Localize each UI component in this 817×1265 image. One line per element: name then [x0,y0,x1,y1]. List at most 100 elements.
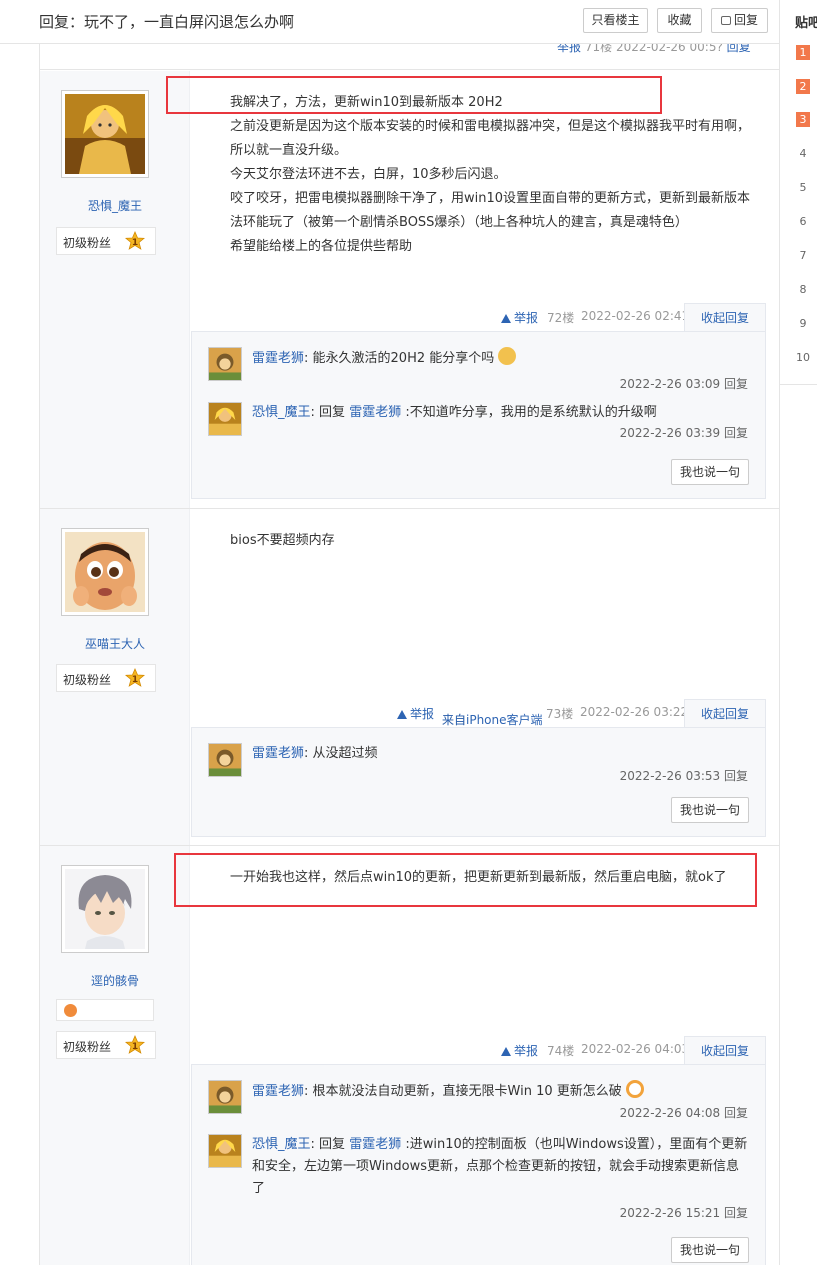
sub-replies-panel: 雷霆老狮: 能永久激活的20H2 能分享个吗 2022-2-26 03:09 回… [191,331,766,499]
post-line: 咬了咬牙，把雷电模拟器删除干净了，用win10设置里面自带的更新方式，更新到最新… [230,191,751,206]
sub-username[interactable]: 恐惧_魔王 [252,405,311,420]
post-content: bios不要超频内存 [230,529,335,553]
comment-icon [720,16,731,25]
emoji-icon [625,1080,644,1098]
add-comment-button[interactable]: 我也说一句 [671,797,749,823]
fold-replies-link[interactable]: 收起回复 [684,699,766,727]
sub-reply-text: :不知道咋分享，我用的是系统默认的升级啊 [405,405,657,420]
rank-5[interactable]: 5 [796,180,810,195]
floor-number: 74楼 [547,1044,575,1058]
hot-topics-rail: 贴吧 1 2 3 4 5 6 7 8 9 10 [779,0,817,385]
reply-button[interactable]: 回复 [711,8,768,33]
sub-time: 2022-2-26 15:21 [619,1206,721,1220]
sub-avatar[interactable] [208,347,242,381]
fan-level-badge[interactable]: 初级粉丝 1 [56,1031,156,1059]
post-line: 法环能玩了（被第一个剧情杀BOSS爆杀）（地上各种坑人的建言，真是魂特色） [230,215,688,230]
avatar-image [65,94,145,174]
sub-username[interactable]: 恐惧_魔王 [252,1137,311,1152]
rank-9[interactable]: 9 [796,316,810,331]
svg-text:1: 1 [132,675,138,685]
thread-title: 回复：玩不了，一直白屏闪退怎么办啊 [39,13,295,31]
avatar[interactable] [61,865,149,953]
prev-fold-link[interactable]: 回复 [727,44,751,54]
sub-username[interactable]: 雷霆老狮 [252,746,304,761]
sub-replies-panel: 雷霆老狮: 从没超过频 2022-2-26 03:53 回复 我也说一句 [191,727,766,837]
sub-avatar[interactable] [208,1080,242,1114]
reply-word: 回复 [319,405,346,420]
avatar[interactable] [61,528,149,616]
report-link[interactable]: 举报 [501,309,538,326]
report-link[interactable]: 举报 [501,1042,538,1059]
prev-report-link[interactable]: 举报 [557,44,581,54]
sub-reply-link[interactable]: 回复 [724,1106,748,1120]
username[interactable]: 逕的骸骨 [40,972,190,989]
rank-8[interactable]: 8 [796,282,810,297]
reply-target-username[interactable]: 雷霆老狮 [349,405,401,420]
favorite-button[interactable]: 收藏 [657,8,702,33]
rank-4[interactable]: 4 [796,146,810,161]
username[interactable]: 巫喵王大人 [40,635,190,652]
sub-reply: 雷霆老狮: 能永久激活的20H2 能分享个吗 2022-2-26 03:09 回… [208,347,748,391]
sub-time: 2022-2-26 03:39 [619,426,721,440]
post-tail: 举报 72楼 2022-02-26 02:41 [498,303,689,331]
username[interactable]: 恐惧_魔王 [40,197,190,214]
fan-level-star-icon: 1 [125,231,145,250]
post-time: 2022-02-26 04:03 [581,1042,690,1056]
rank-2[interactable]: 2 [796,79,810,94]
rank-3[interactable]: 3 [796,112,810,127]
sub-reply-link[interactable]: 回复 [724,426,748,440]
svg-text:1: 1 [132,238,138,248]
sub-reply-text: 从没超过频 [312,746,378,761]
rail-title: 贴吧 [795,16,817,31]
sub-username[interactable]: 雷霆老狮 [252,351,304,366]
sub-reply-link[interactable]: 回复 [724,769,748,783]
sub-avatar[interactable] [208,402,242,436]
fold-replies-link[interactable]: 收起回复 [684,303,766,331]
fan-level-label: 初级粉丝 [63,1040,112,1054]
fan-level-badge[interactable]: 初级粉丝 1 [56,664,156,692]
floor-number: 73楼 [546,707,574,721]
sub-reply-text: 能永久激活的20H2 能分享个吗 [312,351,495,366]
fan-level-star-icon: 1 [125,668,145,687]
member-medal[interactable] [56,999,154,1021]
post-line: 之前没更新是因为这个版本安装的时候和雷电模拟器冲突，但是这个模拟器我平时有用啊， [230,119,751,134]
sub-reply: 恐惧_魔王: 回复 雷霆老狮 :不知道咋分享，我用的是系统默认的升级啊 2022… [208,402,748,446]
svg-text:1: 1 [132,1042,138,1052]
post-tail: 举报 来自 来自iPhone客户端 73楼 2022-02-26 03:22 [394,699,688,728]
fan-level-badge[interactable]: 初级粉丝 1 [56,227,156,255]
post-tail: 举报 74楼 2022-02-26 04:03 [498,1036,689,1064]
post-content: 我解决了，方法，更新win10到最新版本 20H2 之前没更新是因为这个版本安装… [230,91,750,259]
rank-10[interactable]: 10 [796,350,810,365]
floor-number: 72楼 [547,311,575,325]
highlight-box [166,76,662,114]
sub-reply-link[interactable]: 回复 [724,377,748,391]
avatar[interactable] [61,90,149,178]
fold-replies-link[interactable]: 收起回复 [684,1036,766,1064]
sub-time: 2022-2-26 03:53 [619,769,721,783]
add-comment-button[interactable]: 我也说一句 [671,1237,749,1263]
post-line: 希望能给楼上的各位提供些帮助 [230,239,413,254]
only-owner-button[interactable]: 只看楼主 [583,8,648,33]
post-line: bios不要超频内存 [230,533,335,548]
rank-1[interactable]: 1 [796,45,810,60]
smile-emoji-icon [498,347,517,365]
sub-reply: 雷霆老狮: 根本就没法自动更新，直接无限卡Win 10 更新怎么破 2022-2… [208,1080,748,1120]
sub-reply-link[interactable]: 回复 [724,1206,748,1220]
sub-avatar[interactable] [208,1134,242,1168]
avatar-image [65,532,145,612]
fan-level-star-icon: 1 [125,1035,145,1054]
sub-replies-panel: 雷霆老狮: 根本就没法自动更新，直接无限卡Win 10 更新怎么破 2022-2… [191,1064,766,1265]
avatar-image [65,869,145,949]
post-time: 2022-02-26 03:22 [580,705,689,719]
sub-time: 2022-2-26 03:09 [619,377,721,391]
sub-reply: 恐惧_魔王: 回复 雷霆老狮 :进win10的控制面板（也叫Windows设置）… [208,1134,748,1220]
device-link[interactable]: 来自iPhone客户端 [442,711,543,728]
add-comment-button[interactable]: 我也说一句 [671,459,749,485]
sub-username[interactable]: 雷霆老狮 [252,1084,304,1099]
report-link[interactable]: 举报 [397,705,434,722]
sub-avatar[interactable] [208,743,242,777]
reply-target-username[interactable]: 雷霆老狮 [349,1137,401,1152]
rank-6[interactable]: 6 [796,214,810,229]
rank-7[interactable]: 7 [796,248,810,263]
reply-word: 回复 [319,1137,346,1152]
